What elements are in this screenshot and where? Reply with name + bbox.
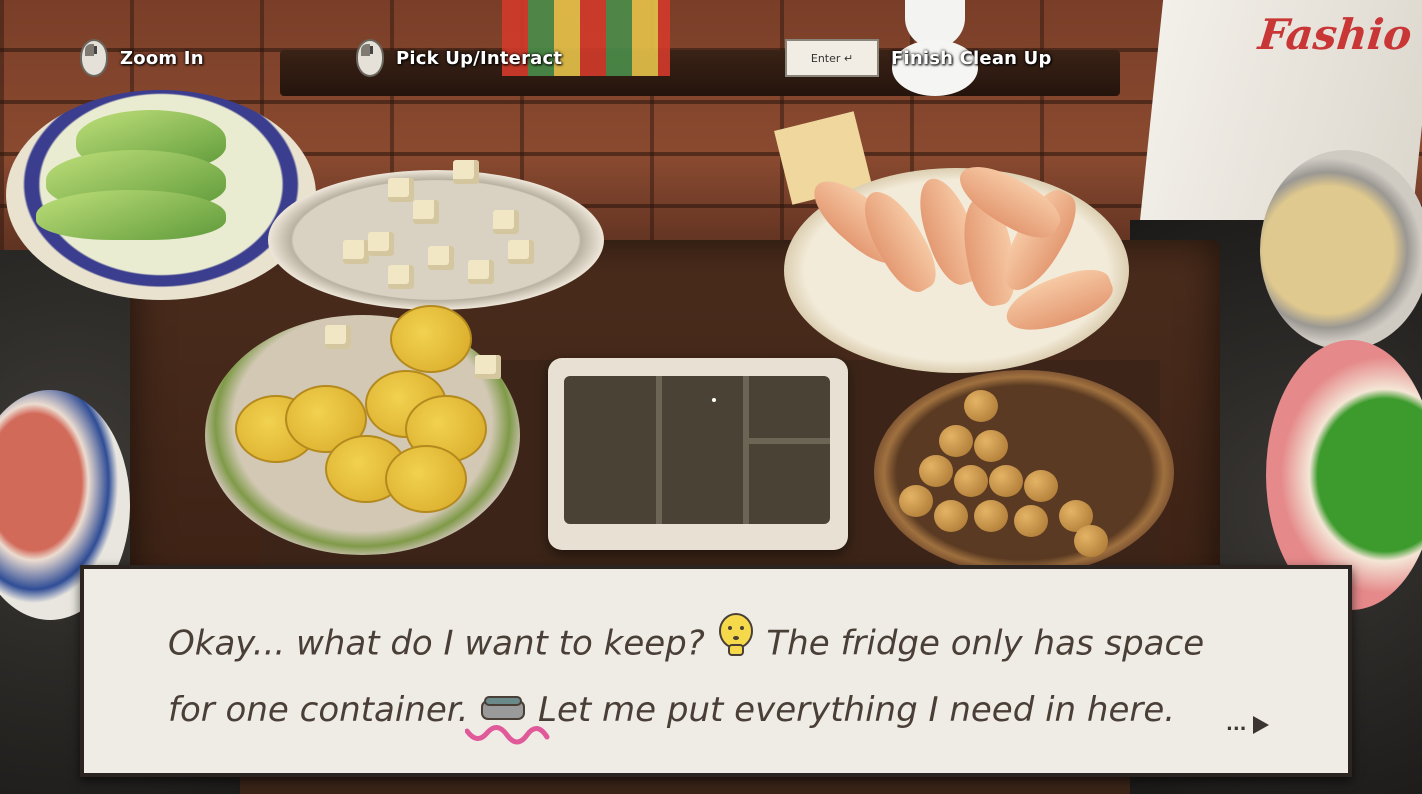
fish-ball (1074, 525, 1108, 557)
dialogue-box[interactable]: Okay... what do I want to keep? The frid… (80, 565, 1352, 777)
tofu-cube (388, 178, 414, 202)
continue-arrow-icon (1252, 715, 1269, 734)
tofu-cube (413, 200, 439, 224)
tofu-cube (343, 240, 369, 264)
fish-ball (899, 485, 933, 517)
continue-dots: ... (1226, 714, 1247, 735)
dialogue-text: Okay... what do I want to keep? The frid… (168, 611, 1298, 743)
container-well (564, 376, 830, 524)
tofu-cube (428, 246, 454, 270)
tofu-cube (453, 160, 479, 184)
fish-ball (974, 430, 1008, 462)
tofu-cube (368, 232, 394, 256)
crosshair-dot (712, 398, 716, 402)
fish-ball (1024, 470, 1058, 502)
dialogue-line1-a: Okay... what do I want to keep? (168, 623, 705, 664)
tofu-cube (493, 210, 519, 234)
finish-label: Finish Clean Up (891, 47, 1052, 69)
tofu-cube (388, 265, 414, 289)
tofu-cube (475, 355, 501, 379)
hud-zoom-hint: Zoom In (80, 39, 204, 77)
fish-ball (919, 455, 953, 487)
fish-ball (1014, 505, 1048, 537)
tofu-plate[interactable] (268, 160, 604, 310)
tofu-cube (325, 325, 351, 349)
mouse-right-click-icon (80, 39, 108, 77)
fish-ball (934, 500, 968, 532)
meal-prep-container[interactable] (548, 358, 848, 550)
fish-ball (974, 500, 1008, 532)
fish-ball (989, 465, 1023, 497)
container-divider (656, 376, 662, 524)
fish-ball (964, 390, 998, 422)
dialogue-line1-b: The fridge only has space (766, 623, 1205, 664)
mouse-left-click-icon (356, 39, 384, 77)
cabbage-bowl[interactable] (6, 90, 316, 300)
hud-finish-hint: Enter ↵ Finish Clean Up (785, 39, 1052, 77)
magazine-title: Fashio (1256, 10, 1415, 59)
enter-key-icon: Enter ↵ (785, 39, 879, 77)
shrimp-bowl[interactable] (1260, 150, 1422, 350)
potato-slice (385, 445, 467, 513)
hud-pick-hint: Pick Up/Interact (356, 39, 563, 77)
game-scene: Fashio Zoom In Pick Up/Interact Enter ↵ … (0, 0, 1422, 794)
pick-label: Pick Up/Interact (396, 47, 563, 69)
zoom-label: Zoom In (120, 47, 204, 69)
dialogue-line2-b: Let me put everything I need in here. (538, 690, 1176, 730)
cabbage-leaf (36, 190, 226, 240)
tofu-cube (508, 240, 534, 264)
fish-ball (954, 465, 988, 497)
dialogue-line2-a: for one container. (168, 690, 469, 730)
container-divider (743, 376, 749, 524)
dialogue-continue-indicator[interactable]: ... (1226, 714, 1269, 735)
chicken-legs-plate[interactable] (784, 153, 1129, 373)
potato-slice (390, 305, 472, 373)
fish-ball (939, 425, 973, 457)
potato-slices-bowl[interactable] (205, 305, 520, 555)
thinking-face-icon (716, 611, 756, 679)
pink-squiggle-decoration (465, 725, 550, 745)
container-divider (749, 438, 830, 444)
tofu-cube (468, 260, 494, 284)
fish-balls-bowl[interactable] (874, 370, 1174, 575)
